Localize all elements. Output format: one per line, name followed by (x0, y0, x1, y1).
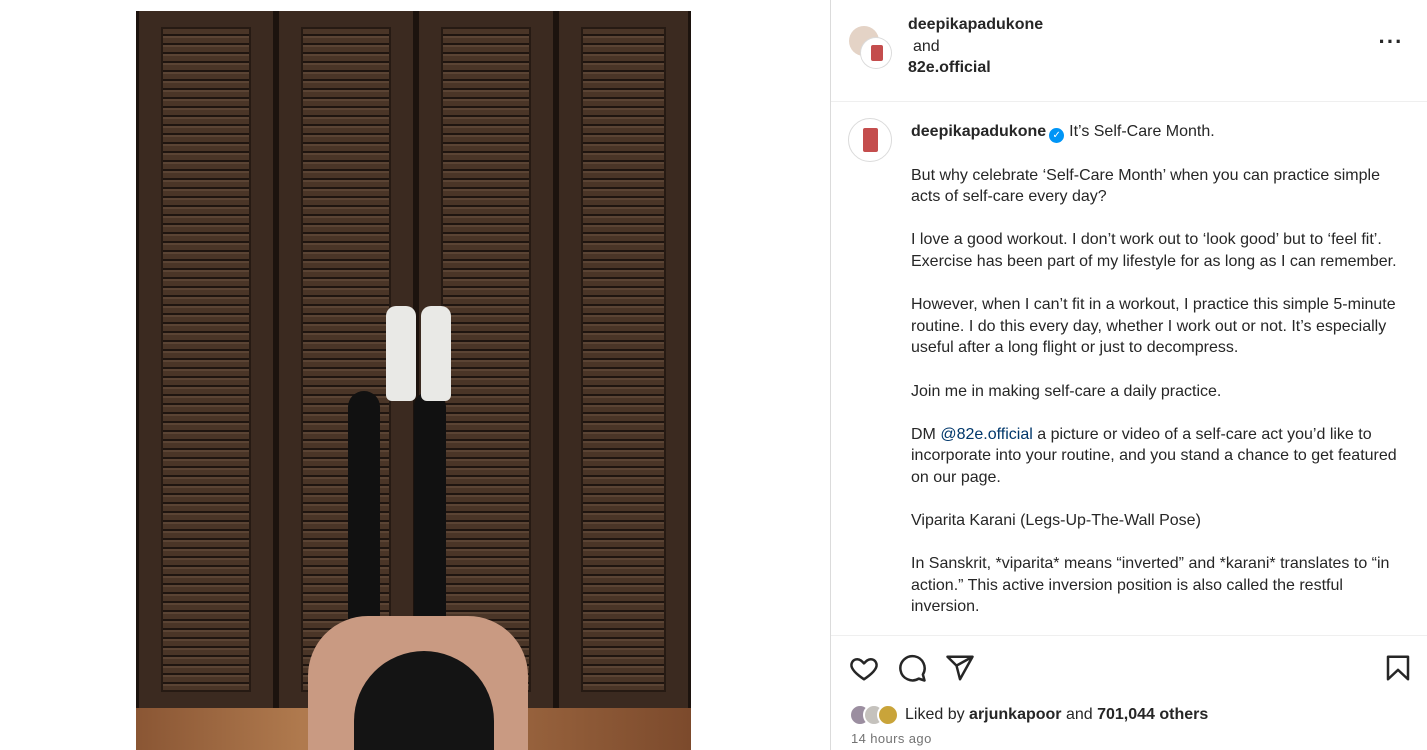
likes-summary: Liked by arjunkapoor and 701,044 others (849, 704, 1208, 726)
avatar[interactable] (877, 704, 899, 726)
caption-paragraph: In Sanskrit, *viparita* means “inverted”… (911, 555, 1390, 616)
verified-badge-icon: ✓ (1049, 128, 1065, 143)
caption-text: deepikapadukone ✓ It’s Self-Care Month. Bu… (911, 121, 1401, 635)
dm-text: DM (911, 425, 941, 443)
collab-avatars[interactable] (849, 26, 893, 70)
collab-username-link[interactable]: 82e.official (908, 57, 1043, 79)
comment-button[interactable] (897, 653, 929, 685)
likes-text: Liked by arjunkapoor and 701,044 others (905, 706, 1209, 723)
caption-paragraph: But why celebrate ‘Self-Care Month’ when… (911, 166, 1380, 206)
avatar (861, 38, 891, 68)
caption-paragraph: I love a good workout. I don’t work out … (911, 231, 1397, 270)
post-photo[interactable] (136, 11, 691, 750)
caption-paragraph: DM @82e.official a picture or video of a… (911, 424, 1401, 489)
comment-icon (899, 654, 926, 682)
media-area (0, 0, 830, 750)
share-icon (946, 655, 974, 681)
caption-paragraph: Join me in making self-care a daily prac… (911, 382, 1222, 400)
post-timestamp[interactable]: 14 hours ago (851, 731, 932, 746)
save-button[interactable] (1383, 653, 1415, 685)
avatar[interactable] (848, 118, 892, 162)
caption-area: deepikapadukone ✓ It’s Self-Care Month. Bu… (831, 103, 1427, 635)
instagram-post-view: deepikapadukone and 82e.official ··· dee… (0, 0, 1427, 750)
heart-icon (850, 658, 878, 681)
caption-paragraph: Viparita Karani (Legs-Up-The-Wall Pose) (911, 512, 1201, 530)
share-button[interactable] (945, 653, 977, 685)
more-options-button[interactable]: ··· (1375, 31, 1407, 56)
caption-paragraph: However, when I can’t fit in a workout, … (911, 296, 1396, 357)
person-figure (136, 11, 691, 750)
likes-count-link[interactable]: 701,044 others (1097, 706, 1208, 723)
post-actions: Liked by arjunkapoor and 701,044 others … (831, 635, 1427, 750)
mention-link[interactable]: @82e.official (940, 426, 1032, 443)
post-header: deepikapadukone and 82e.official ··· (831, 0, 1427, 102)
author-username-link[interactable]: deepikapadukone (908, 14, 1043, 36)
caption-username-link[interactable]: deepikapadukone (911, 123, 1046, 140)
caption-first-line: It’s Self-Care Month. (1069, 123, 1215, 140)
like-button[interactable] (849, 653, 881, 685)
collab-names: deepikapadukone and 82e.official (908, 14, 1043, 79)
liker-username-link[interactable]: arjunkapoor (969, 706, 1061, 723)
bookmark-icon (1386, 655, 1410, 681)
and-text: and (913, 37, 940, 55)
post-side-panel: deepikapadukone and 82e.official ··· dee… (830, 0, 1427, 750)
